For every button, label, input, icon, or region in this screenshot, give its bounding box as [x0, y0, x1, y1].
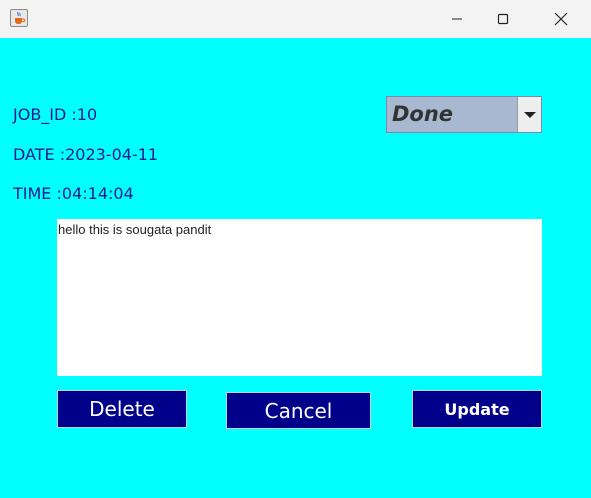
title-bar: [0, 0, 591, 38]
close-icon: [554, 12, 568, 26]
job-id-label: JOB_ID :10: [13, 105, 98, 124]
close-button[interactable]: [538, 0, 584, 38]
delete-button[interactable]: Delete: [57, 390, 187, 428]
maximize-button[interactable]: [480, 0, 526, 38]
minimize-button[interactable]: [434, 0, 480, 38]
cancel-button[interactable]: Cancel: [226, 392, 371, 429]
minimize-icon: [452, 18, 462, 20]
date-label: DATE :2023-04-11: [13, 145, 159, 164]
dropdown-arrow-icon: [523, 111, 536, 118]
maximize-icon: [497, 13, 509, 25]
status-dropdown[interactable]: Done: [386, 96, 542, 133]
description-textarea[interactable]: hello this is sougata pandit: [57, 219, 542, 376]
status-selected-value: Done: [392, 102, 454, 126]
job-dialog-window: JOB_ID :10 DATE :2023-04-11 TIME :04:14:…: [0, 0, 591, 498]
time-label: TIME :04:14:04: [13, 184, 134, 203]
update-button[interactable]: Update: [412, 390, 542, 428]
dropdown-arrow-button[interactable]: [517, 97, 541, 132]
java-cup-icon: [10, 9, 28, 27]
